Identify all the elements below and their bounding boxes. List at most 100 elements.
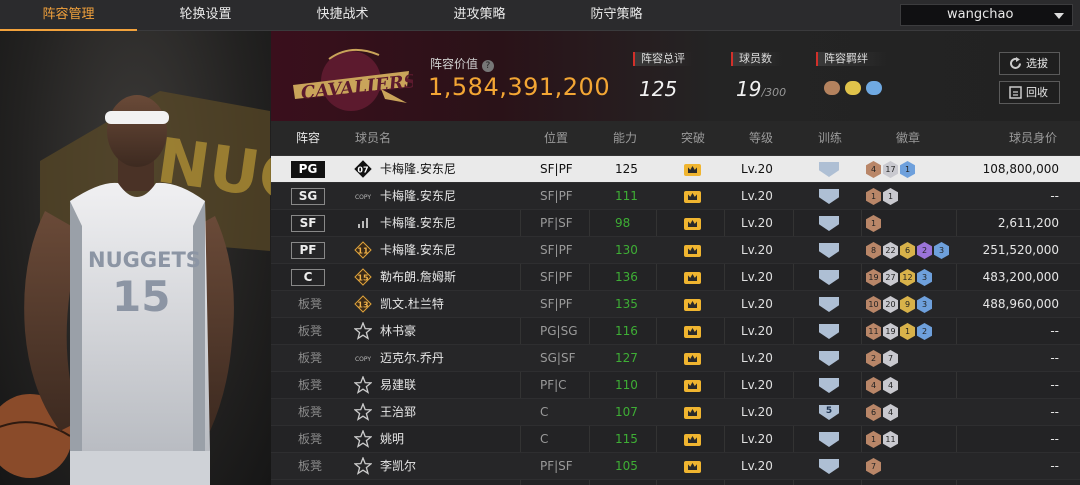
breakthrough-crown-icon[interactable] — [684, 380, 701, 392]
badge-list[interactable]: 27 — [866, 350, 900, 367]
player-name: 姚明 — [380, 432, 405, 446]
training-shield-icon[interactable] — [819, 459, 839, 474]
breakthrough-crown-icon[interactable] — [684, 434, 701, 446]
training-shield-icon[interactable] — [819, 216, 839, 231]
table-row[interactable]: 板凳 李凯尔 PF|SF 105 Lv.20 7 -- — [271, 453, 1080, 480]
bench-label: 板凳 — [298, 459, 323, 473]
table-row[interactable]: PG 07 卡梅隆.安东尼 SF|PF 125 Lv.20 4 17 1 108,800,000 — [271, 156, 1080, 183]
col-badges[interactable]: 徽章 — [896, 121, 920, 156]
recycle-icon — [1009, 86, 1022, 99]
bond-icons[interactable] — [824, 79, 894, 97]
training-shield-icon[interactable] — [819, 270, 839, 285]
player-position: C — [540, 432, 549, 446]
col-position[interactable]: 位置 — [544, 121, 568, 156]
col-value[interactable]: 球员身价 — [1009, 121, 1057, 156]
breakthrough-crown-icon[interactable] — [684, 299, 701, 311]
chevron-down-icon — [1054, 13, 1064, 19]
player-value: -- — [1050, 405, 1059, 419]
player-value: 483,200,000 — [982, 270, 1059, 284]
table-row[interactable]: 板凳 林书豪 PG|SG 116 Lv.20 11 19 1 2 -- — [271, 318, 1080, 345]
player-name: 卡梅隆.安东尼 — [380, 162, 456, 176]
badge-icon: 2 — [917, 242, 932, 259]
badge-list[interactable]: 4 17 1 — [866, 161, 917, 178]
player-level: Lv.20 — [741, 351, 773, 365]
svg-text:COPY: COPY — [355, 356, 371, 363]
tab-lineup[interactable]: 阵容管理 — [0, 0, 137, 31]
svg-text:11: 11 — [357, 247, 369, 256]
training-shield-icon[interactable]: 5 — [819, 405, 839, 420]
recycle-button[interactable]: 回收 — [999, 81, 1060, 104]
badge-icon: 1 — [900, 323, 915, 340]
badge-list[interactable]: 19 27 12 3 — [866, 269, 934, 286]
breakthrough-crown-icon[interactable] — [684, 218, 701, 230]
badge-list[interactable]: 7 — [866, 458, 883, 475]
tab-rotation[interactable]: 轮换设置 — [137, 0, 274, 31]
player-level: Lv.20 — [741, 189, 773, 203]
training-shield-icon[interactable] — [819, 378, 839, 393]
breakthrough-crown-icon[interactable] — [684, 326, 701, 338]
breakthrough-crown-icon[interactable] — [684, 353, 701, 365]
badge-list[interactable]: 8 22 6 2 3 — [866, 242, 951, 259]
col-breakthrough[interactable]: 突破 — [681, 121, 705, 156]
badge-list[interactable]: 11 — [866, 188, 900, 205]
badge-list[interactable]: 1 11 — [866, 431, 900, 448]
breakthrough-crown-icon[interactable] — [684, 191, 701, 203]
table-row[interactable]: 板凳 王治郅 C 107 Lv.20 5 6 4 -- — [271, 399, 1080, 426]
col-ability[interactable]: 能力 — [613, 121, 637, 156]
account-dropdown[interactable]: wangchao — [900, 4, 1073, 26]
player-name: 卡梅隆.安东尼 — [380, 243, 456, 257]
player-name: 李凯尔 — [380, 459, 417, 473]
jersey-number-icon: 13 — [354, 295, 372, 313]
bond-icon — [866, 81, 882, 95]
badge-icon: 6 — [866, 404, 881, 421]
badge-list[interactable]: 10 20 9 3 — [866, 296, 934, 313]
training-shield-icon[interactable] — [819, 297, 839, 312]
table-row[interactable]: 板凳 13 凯文.杜兰特 SF|PF 135 Lv.20 10 20 9 3 488,960,000 — [271, 291, 1080, 318]
select-button[interactable]: 选拔 — [999, 52, 1060, 75]
tab-defense[interactable]: 防守策略 — [548, 0, 685, 31]
table-row[interactable]: C 15 勒布朗.詹姆斯 SF|PF 136 Lv.20 19 27 12 3 483,200,00… — [271, 264, 1080, 291]
badge-list[interactable]: 11 19 1 2 — [866, 323, 934, 340]
player-ability: 98 — [615, 216, 631, 230]
help-icon[interactable]: ? — [481, 60, 494, 72]
player-value: -- — [1050, 459, 1059, 473]
breakthrough-crown-icon[interactable] — [684, 245, 701, 257]
training-shield-icon[interactable] — [819, 243, 839, 258]
breakthrough-crown-icon[interactable] — [684, 461, 701, 473]
breakthrough-crown-icon[interactable] — [684, 407, 701, 419]
tab-offense[interactable]: 进攻策略 — [411, 0, 548, 31]
player-value: -- — [1050, 432, 1059, 446]
player-portrait: NUGGET NUGGETS 15 — [0, 91, 271, 485]
badge-list[interactable]: 1 — [866, 215, 883, 232]
bench-label: 板凳 — [298, 378, 323, 392]
player-level: Lv.20 — [741, 162, 773, 176]
copy-card-icon: COPY — [355, 194, 371, 201]
table-row[interactable]: SF 卡梅隆.安东尼 PF|SF 98 Lv.20 1 2,611,200 — [271, 210, 1080, 237]
badge-list[interactable]: 64 — [866, 404, 900, 421]
col-training[interactable]: 训练 — [818, 121, 842, 156]
game-screen: { "nav": { "tabs": [ {"label": "阵容管理", "… — [0, 0, 1080, 485]
tab-quick-tactics[interactable]: 快捷战术 — [274, 0, 411, 31]
breakthrough-crown-icon[interactable] — [684, 164, 701, 176]
training-shield-icon[interactable] — [819, 351, 839, 366]
lineup-value: 1,584,391,200 — [428, 73, 611, 101]
col-level[interactable]: 等级 — [749, 121, 773, 156]
team-logo-icon: CAVALIERS — [293, 48, 413, 111]
training-shield-icon[interactable] — [819, 189, 839, 204]
table-row[interactable]: PF 11 卡梅隆.安东尼 SF|PF 130 Lv.20 8 22 6 2 3 251,520,00… — [271, 237, 1080, 264]
training-shield-icon[interactable] — [819, 324, 839, 339]
table-row[interactable]: 板凳 COPY 迈克尔.乔丹 SG|SF 127 Lv.20 2 7 -- — [271, 345, 1080, 372]
badge-icon: 9 — [900, 296, 915, 313]
player-name: 凯文.杜兰特 — [380, 297, 444, 311]
table-row[interactable]: 板凳 易建联 PF|C 110 Lv.20 4 4 -- — [271, 372, 1080, 399]
badge-list[interactable]: 44 — [866, 377, 900, 394]
lineup-rating: 125 — [639, 77, 678, 101]
training-shield-icon[interactable] — [819, 432, 839, 447]
table-row[interactable]: SG COPY 卡梅隆.安东尼 SF|PF 111 Lv.20 1 1 -- — [271, 183, 1080, 210]
refresh-icon — [1010, 57, 1021, 69]
badge-icon: 27 — [883, 269, 898, 286]
training-shield-icon[interactable] — [819, 162, 839, 177]
table-row[interactable]: 板凳 姚明 C 115 Lv.20 1 11 -- — [271, 426, 1080, 453]
badge-icon: 7 — [883, 350, 898, 367]
breakthrough-crown-icon[interactable] — [684, 272, 701, 284]
